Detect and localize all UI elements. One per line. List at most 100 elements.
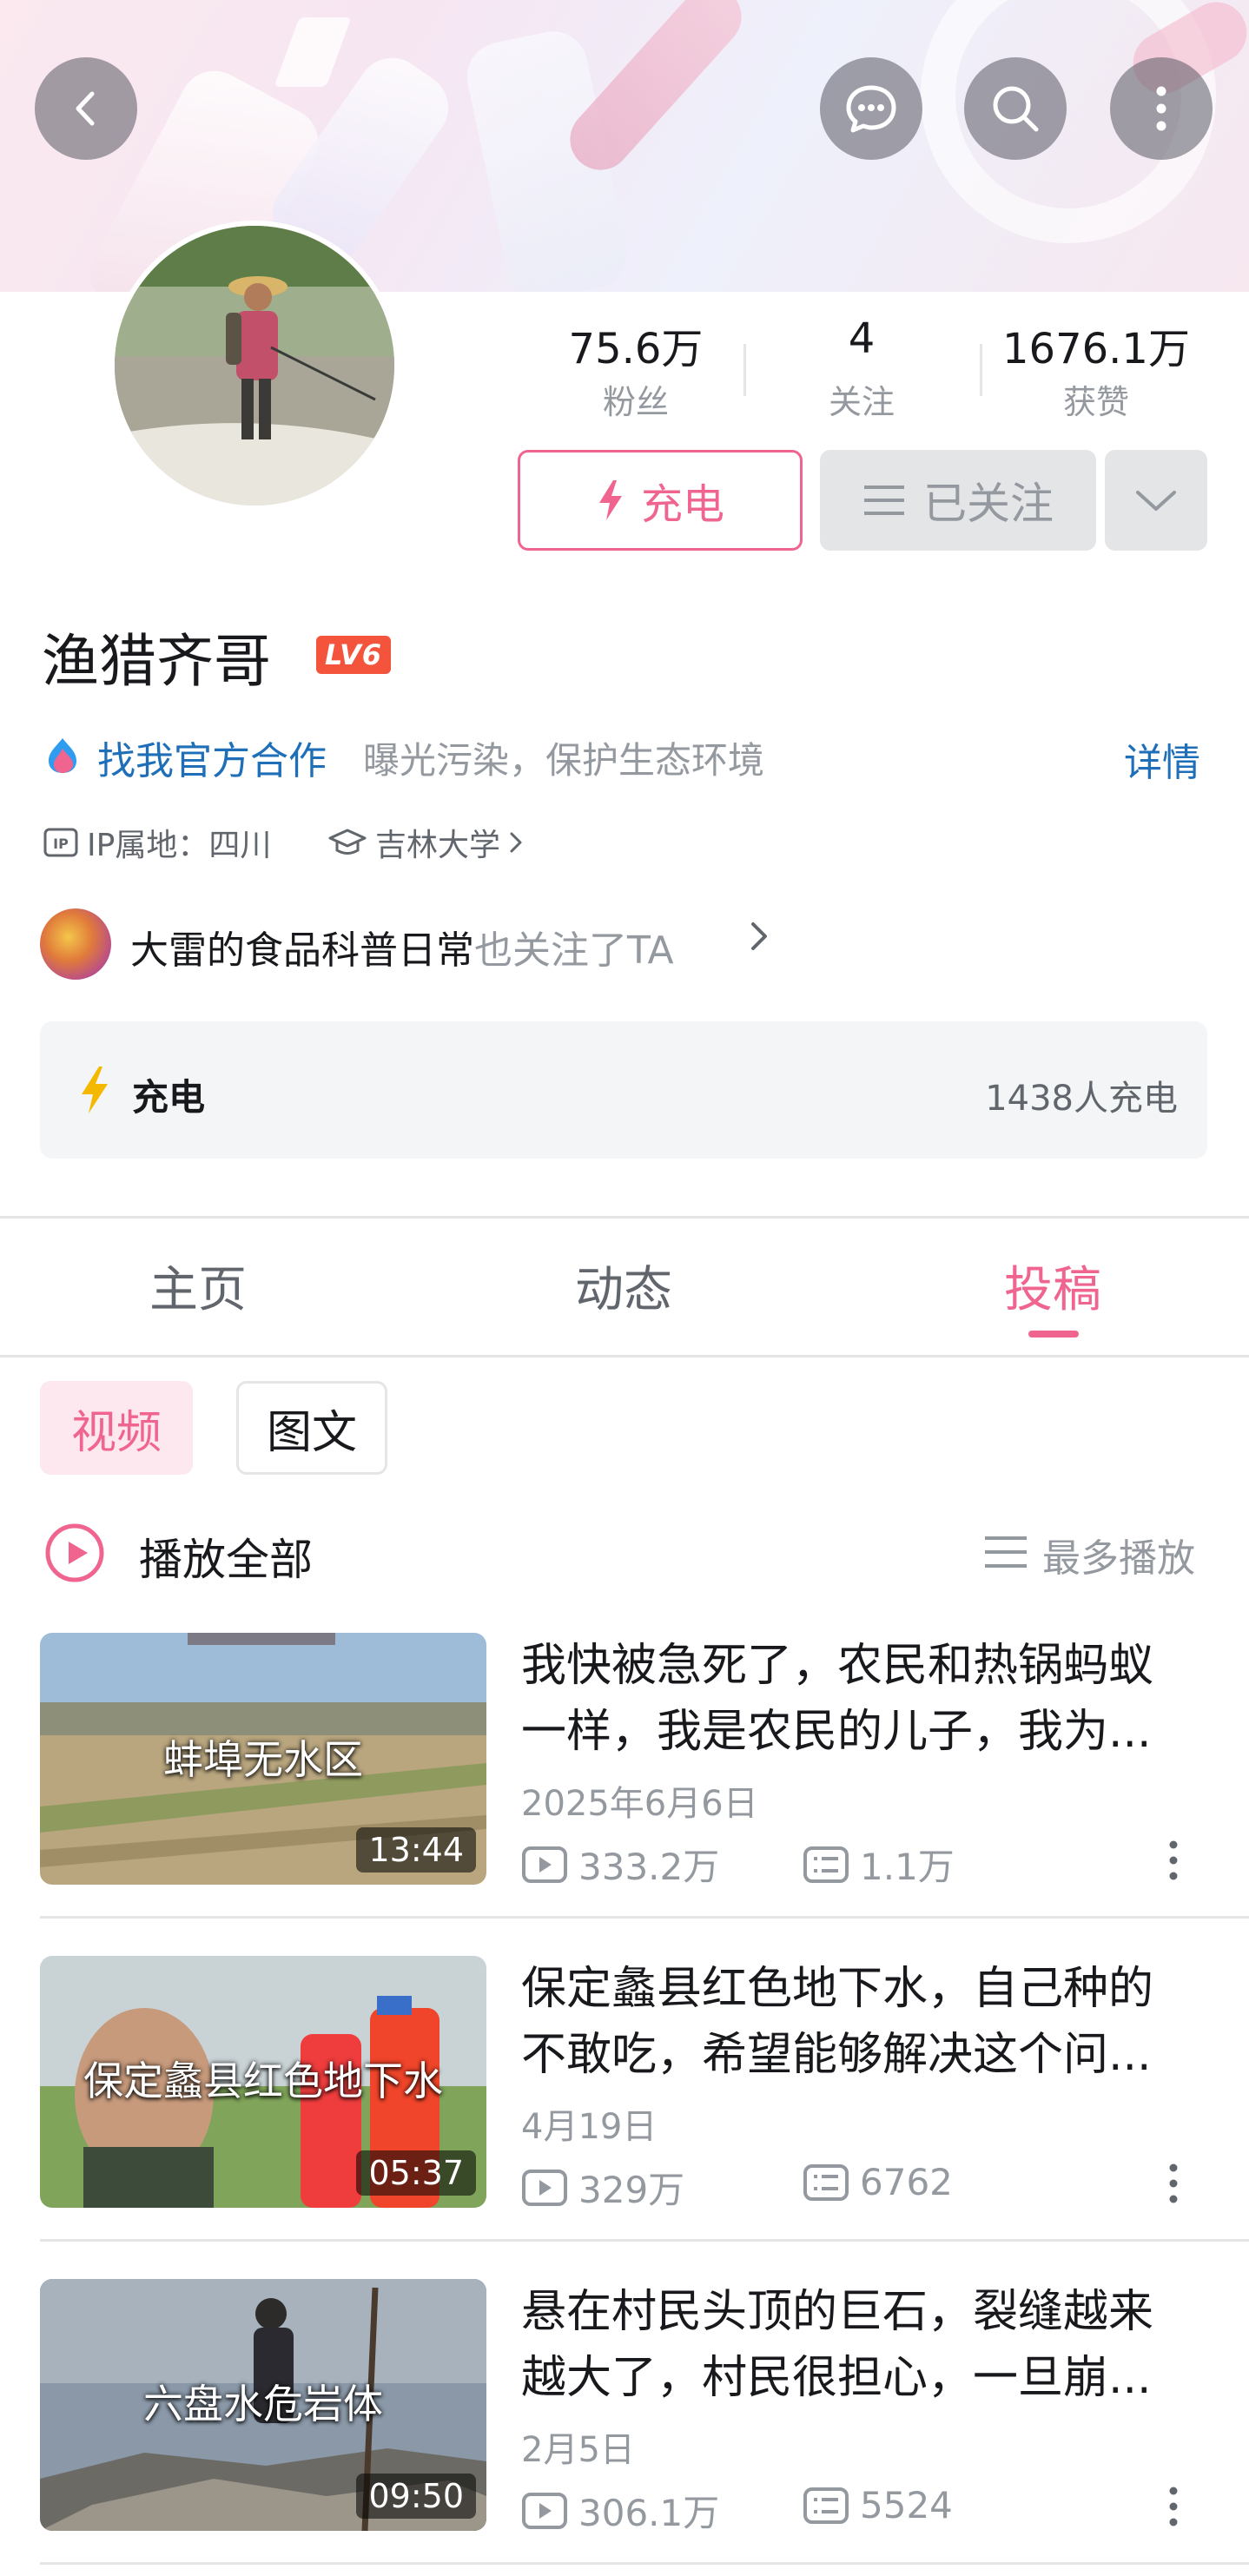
thumbnail-caption: 六盘水危岩体 xyxy=(143,2381,383,2427)
filter-video-chip[interactable]: 视频 xyxy=(40,1381,193,1475)
avatar[interactable] xyxy=(109,221,400,511)
mutual-name: 大雷的食品科普日常 xyxy=(130,928,474,973)
video-danmaku: 5524 xyxy=(803,2484,953,2526)
danmaku-count: 5524 xyxy=(860,2484,953,2526)
charge-button-label: 充电 xyxy=(640,480,724,529)
fans-count[interactable]: 75.6万 xyxy=(532,314,740,375)
tab-dynamics[interactable]: 动态 xyxy=(493,1251,754,1321)
video-title-line: 一样，我是农民的儿子，我为... xyxy=(521,1706,1152,1758)
play-count-icon xyxy=(522,2492,567,2529)
lightning-icon xyxy=(598,480,622,520)
video-danmaku: 1.1万 xyxy=(803,1838,955,1891)
vertical-dots-icon[interactable] xyxy=(1167,1840,1180,1881)
mutual-avatar[interactable] xyxy=(40,908,111,980)
charge-panel[interactable]: 充电 1438人充电 xyxy=(40,1021,1207,1159)
vertical-dots-icon[interactable] xyxy=(1167,2163,1180,2204)
video-item[interactable]: 蚌埠无水区 13:44 我快被急死了，农民和热锅蚂蚁 一样，我是农民的儿子，我为… xyxy=(0,1633,1249,1893)
details-link[interactable]: 详情 xyxy=(1124,731,1200,787)
play-count-icon xyxy=(522,1846,567,1883)
mutual-follow-text[interactable]: 大雷的食品科普日常也关注了TA xyxy=(130,919,674,974)
video-plays: 329万 xyxy=(521,2161,684,2214)
danmaku-icon xyxy=(803,1846,849,1883)
vertical-dots-icon xyxy=(1156,86,1166,131)
video-thumbnail[interactable]: 蚌埠无水区 13:44 xyxy=(40,1633,486,1885)
svg-text:IP: IP xyxy=(53,836,69,852)
divider xyxy=(0,1355,1249,1357)
thumbnail-caption: 蚌埠无水区 xyxy=(163,1736,363,1783)
play-count-icon xyxy=(522,2169,567,2206)
filter-article-chip[interactable]: 图文 xyxy=(236,1381,387,1475)
followed-button-label: 已关注 xyxy=(923,479,1054,529)
play-count: 329万 xyxy=(578,2169,685,2211)
more-options-button[interactable] xyxy=(1110,57,1213,160)
chevron-right-icon xyxy=(510,832,522,853)
lightning-icon xyxy=(82,1067,108,1113)
danmaku-icon xyxy=(803,2163,849,2201)
video-title-line: 越大了，村民很担心，一旦崩... xyxy=(521,2352,1152,2404)
chevron-left-icon xyxy=(76,91,95,126)
tab-active-indicator xyxy=(1028,1331,1079,1338)
level-badge: LV6 xyxy=(316,636,391,674)
divider xyxy=(40,1916,1249,1919)
danmaku-icon xyxy=(803,2487,849,2524)
video-plays: 306.1万 xyxy=(521,2484,719,2537)
danmaku-count: 1.1万 xyxy=(860,1846,955,1888)
divider xyxy=(40,2562,1249,2565)
tab-home[interactable]: 主页 xyxy=(68,1251,328,1321)
video-title[interactable]: 我快被急死了，农民和热锅蚂蚁 一样，我是农民的儿子，我为... xyxy=(521,1633,1216,1765)
video-plays: 333.2万 xyxy=(521,1838,719,1891)
divider xyxy=(0,1216,1249,1219)
search-button[interactable] xyxy=(964,57,1067,160)
play-circle-icon[interactable] xyxy=(43,1522,106,1584)
chevron-down-icon xyxy=(1136,491,1176,511)
video-duration: 05:37 xyxy=(356,2150,476,2196)
likes-label: 获赞 xyxy=(1062,383,1129,421)
video-danmaku: 6762 xyxy=(803,2161,953,2203)
chevron-right-icon[interactable] xyxy=(749,917,770,955)
username: 渔猎齐哥 xyxy=(42,628,271,695)
fans-label[interactable]: 粉丝 xyxy=(532,375,740,423)
video-duration: 13:44 xyxy=(356,1827,476,1873)
cooperation-link[interactable]: 找我官方合作 xyxy=(97,730,327,785)
video-title[interactable]: 保定蠡县红色地下水，自己种的 不敢吃，希望能够解决这个问... xyxy=(521,1956,1216,2088)
play-count: 306.1万 xyxy=(578,2492,720,2534)
sort-lines-icon[interactable] xyxy=(983,1534,1028,1570)
video-title-line: 悬在村民头顶的巨石，裂缝越来 xyxy=(521,2286,1154,2338)
video-title[interactable]: 悬在村民头顶的巨石，裂缝越来 越大了，村民很担心，一旦崩... xyxy=(521,2279,1216,2411)
avatar-photo xyxy=(115,226,394,505)
cooperation-icon xyxy=(49,738,76,773)
following-label[interactable]: 关注 xyxy=(757,375,966,423)
bio-text: 曝光污染，保护生态环境 xyxy=(363,739,765,782)
play-all-button[interactable]: 播放全部 xyxy=(139,1525,313,1588)
video-title-line: 保定蠡县红色地下水，自己种的 xyxy=(521,1963,1154,2015)
tab-submissions[interactable]: 投稿 xyxy=(922,1251,1183,1321)
divider xyxy=(40,2239,1249,2242)
graduation-cap-icon xyxy=(328,829,367,855)
menu-lines-icon xyxy=(864,485,904,515)
video-item[interactable]: 六盘水危岩体 09:50 悬在村民头顶的巨石，裂缝越来 越大了，村民很担心，一旦… xyxy=(0,2279,1249,2540)
chat-bubble-icon xyxy=(846,85,896,133)
school-link[interactable]: 吉林大学 xyxy=(328,820,523,865)
play-count: 333.2万 xyxy=(578,1846,720,1888)
search-icon xyxy=(993,86,1039,132)
video-thumbnail[interactable]: 保定蠡县红色地下水 05:37 xyxy=(40,1956,486,2208)
school-text: 吉林大学 xyxy=(375,828,501,863)
ip-icon: IP xyxy=(43,828,78,857)
following-count[interactable]: 4 xyxy=(757,314,966,363)
mutual-suffix: 也关注了TA xyxy=(474,928,674,973)
charge-button[interactable]: 充电 xyxy=(518,450,803,551)
vertical-dots-icon[interactable] xyxy=(1167,2486,1180,2527)
ip-location: IP IP属地：四川 xyxy=(43,820,271,865)
video-duration: 09:50 xyxy=(356,2474,476,2519)
video-item[interactable]: 保定蠡县红色地下水 05:37 保定蠡县红色地下水，自己种的 不敢吃，希望能够解… xyxy=(0,1956,1249,2216)
video-date: 2月5日 xyxy=(521,2430,635,2470)
back-button[interactable] xyxy=(35,57,137,160)
video-title-line: 不敢吃，希望能够解决这个问... xyxy=(521,2029,1152,2081)
charge-panel-label: 充电 xyxy=(132,1076,206,1119)
followed-button[interactable]: 已关注 xyxy=(820,450,1096,551)
video-date: 4月19日 xyxy=(521,2107,658,2147)
sort-button[interactable]: 最多播放 xyxy=(1042,1527,1195,1582)
message-button[interactable] xyxy=(820,57,922,160)
video-thumbnail[interactable]: 六盘水危岩体 09:50 xyxy=(40,2279,486,2531)
follow-dropdown-button[interactable] xyxy=(1105,450,1207,551)
